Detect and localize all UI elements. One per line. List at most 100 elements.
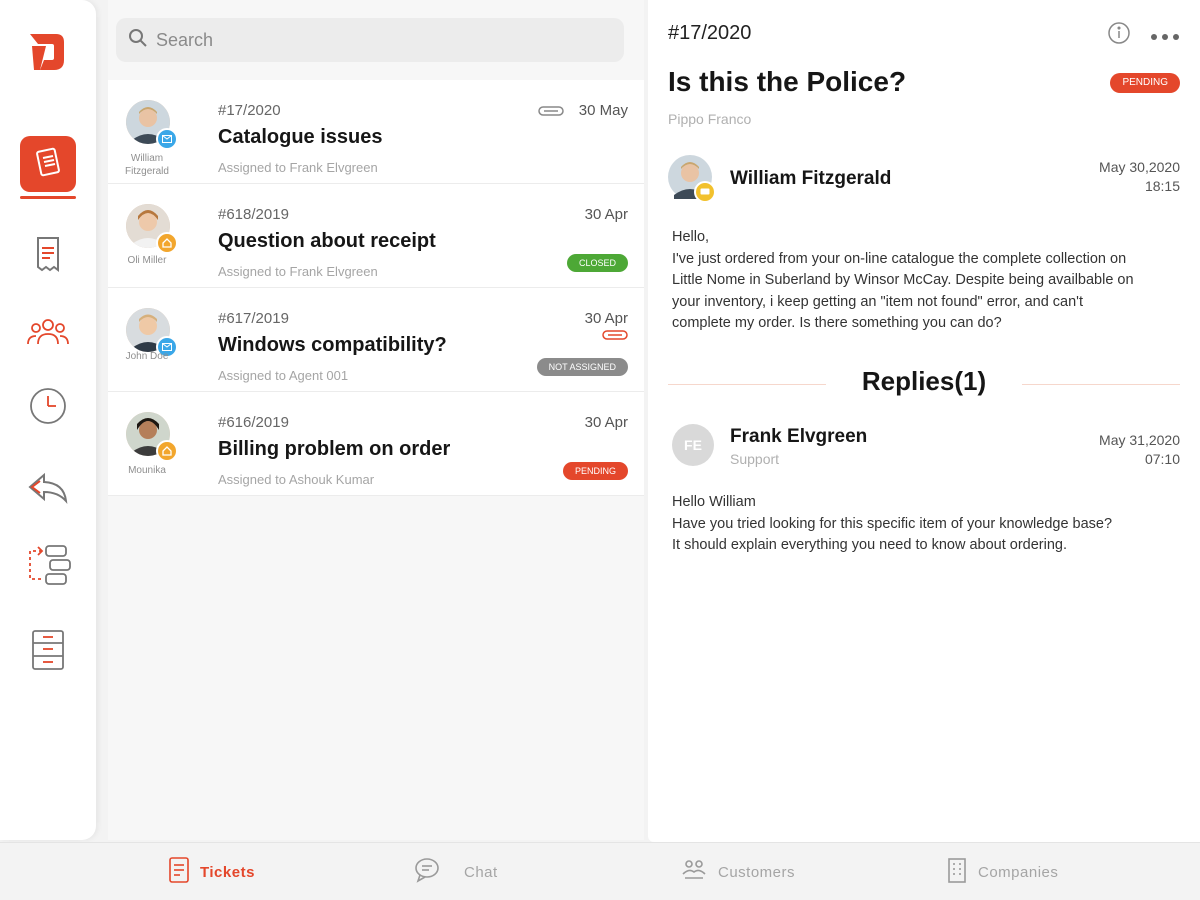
ticket-list: William Fitzgerald #17/2020 Catalogue is… (108, 80, 644, 496)
tab-label: Chat (464, 863, 498, 881)
ticket-id: #17/2020 (218, 102, 281, 119)
ticket-row[interactable]: John Doe #617/2019 Windows compatibility… (108, 288, 644, 392)
rail-history-button[interactable] (20, 380, 76, 436)
search-bar[interactable] (116, 18, 624, 62)
ticket-id: #617/2019 (218, 310, 289, 327)
requester-name: Mounika (128, 465, 166, 476)
mail-icon (156, 128, 178, 150)
detail-ticket-id: #17/2020 (668, 22, 752, 44)
reply-author-role: Support (730, 451, 780, 467)
message-line: Little Nome in Suberland by Winsor McCay… (672, 272, 1134, 288)
message-author: William Fitzgerald (730, 168, 892, 189)
avatar (668, 155, 716, 203)
app-logo (26, 30, 68, 74)
rail-receipt-button[interactable] (20, 228, 76, 284)
reply-time: 07:10 (1144, 451, 1180, 467)
detail-requester: Pippo Franco (668, 111, 752, 127)
message-timestamp: May 30,2020 18:15 (1099, 158, 1180, 196)
tab-label: Companies (978, 863, 1059, 881)
rail-archive-button[interactable] (20, 624, 76, 680)
ticket-list-panel: William Fitzgerald #17/2020 Catalogue is… (108, 0, 644, 840)
reply-line: Hello William (672, 494, 756, 510)
message-line: your inventory, i keep getting an "item … (672, 293, 1083, 310)
ticket-row[interactable]: William Fitzgerald #17/2020 Catalogue is… (108, 80, 644, 184)
ticket-date: 30 May (578, 102, 628, 119)
rail-tickets-button[interactable] (20, 136, 76, 192)
ticket-title: Billing problem on order (218, 438, 451, 460)
avatar (126, 308, 178, 358)
attachment-icon (602, 328, 628, 346)
ticket-row[interactable]: Oli Miller #618/2019 Question about rece… (108, 184, 644, 288)
tab-label: Tickets (200, 863, 255, 881)
tab-label: Customers (718, 863, 796, 881)
requester-name: Oli Miller (127, 255, 167, 266)
status-badge: CLOSED (566, 254, 628, 272)
ticket-title: Windows compatibility? (218, 334, 447, 356)
attachment-icon (538, 104, 564, 122)
workflow-icon (24, 542, 72, 595)
reply-author: Frank Elvgreen (730, 426, 868, 447)
home-icon (156, 232, 178, 254)
reply-line: It should explain everything you need to… (672, 537, 1067, 553)
reply-date: May 31,2020 (1099, 432, 1180, 448)
search-input[interactable] (156, 29, 596, 51)
search-icon (128, 28, 148, 53)
ticket-id: #618/2019 (218, 206, 289, 223)
tab-companies[interactable]: Companies (946, 857, 1058, 887)
ticket-row[interactable]: Mounika #616/2019 Billing problem on ord… (108, 392, 644, 496)
clock-icon (28, 386, 68, 431)
divider (1022, 384, 1180, 385)
info-icon[interactable] (1108, 22, 1130, 49)
active-indicator (20, 196, 76, 199)
ticket-assignee: Assigned to Frank Elvgreen (218, 160, 378, 175)
avatar (126, 412, 178, 462)
ticket-detail-panel: #17/2020 Is this the Police? PENDING Pip… (648, 0, 1200, 842)
message-line: complete my order. Is there something yo… (672, 315, 1002, 331)
document-icon (33, 147, 63, 182)
detail-title: Is this the Police? (668, 66, 907, 97)
ticket-id: #616/2019 (218, 414, 289, 431)
tab-tickets[interactable]: Tickets (168, 856, 255, 889)
ticket-title: Catalogue issues (218, 126, 383, 148)
reply-body: Hello William Have you tried looking for… (672, 492, 1182, 557)
bottom-tab-bar: Tickets Chat Customers Companies (0, 842, 1200, 900)
message-date: May 30,2020 (1099, 159, 1180, 175)
more-options-icon[interactable] (1150, 22, 1180, 48)
reply-icon (26, 471, 70, 510)
replies-heading: Replies(1) (861, 366, 987, 396)
avatar (126, 100, 178, 150)
cabinet-icon (28, 628, 68, 677)
requester-name: John Doe (125, 351, 169, 362)
left-rail (0, 0, 96, 840)
ticket-title: Question about receipt (218, 230, 436, 252)
message-line: I've just ordered from your on-line cata… (672, 250, 1127, 267)
message-time: 18:15 (1144, 178, 1180, 194)
avatar: FE (672, 424, 714, 466)
ticket-date: 30 Apr (584, 414, 628, 431)
ticket-assignee: Assigned to Agent 001 (218, 368, 349, 383)
rail-groups-button[interactable] (20, 306, 76, 362)
ticket-date: 30 Apr (584, 206, 628, 223)
status-badge: PENDING (1110, 73, 1180, 93)
ticket-icon (168, 856, 190, 889)
ticket-date: 30 Apr (584, 310, 628, 327)
chat-icon (414, 856, 444, 889)
message-line: Hello, (672, 229, 710, 245)
rail-workflow-button[interactable] (20, 540, 76, 596)
ticket-assignee: Assigned to Frank Elvgreen (218, 264, 378, 279)
rail-reply-button[interactable] (20, 462, 76, 518)
status-badge: NOT ASSIGNED (536, 358, 628, 376)
message-body: Hello, I've just ordered from your on-li… (672, 227, 1182, 335)
status-badge: PENDING (562, 462, 628, 480)
chat-icon (694, 181, 716, 203)
tab-chat[interactable]: Chat (414, 857, 498, 887)
users-group-icon (26, 316, 70, 353)
requester-name: William Fitzgerald (125, 153, 169, 177)
reply-line: Have you tried looking for this specific… (672, 515, 1113, 532)
ticket-assignee: Assigned to Ashouk Kumar (218, 472, 375, 487)
home-icon (156, 440, 178, 462)
companies-icon (946, 856, 968, 889)
tab-customers[interactable]: Customers (680, 857, 795, 887)
reply-timestamp: May 31,2020 07:10 (1099, 431, 1180, 469)
customers-icon (680, 856, 708, 889)
